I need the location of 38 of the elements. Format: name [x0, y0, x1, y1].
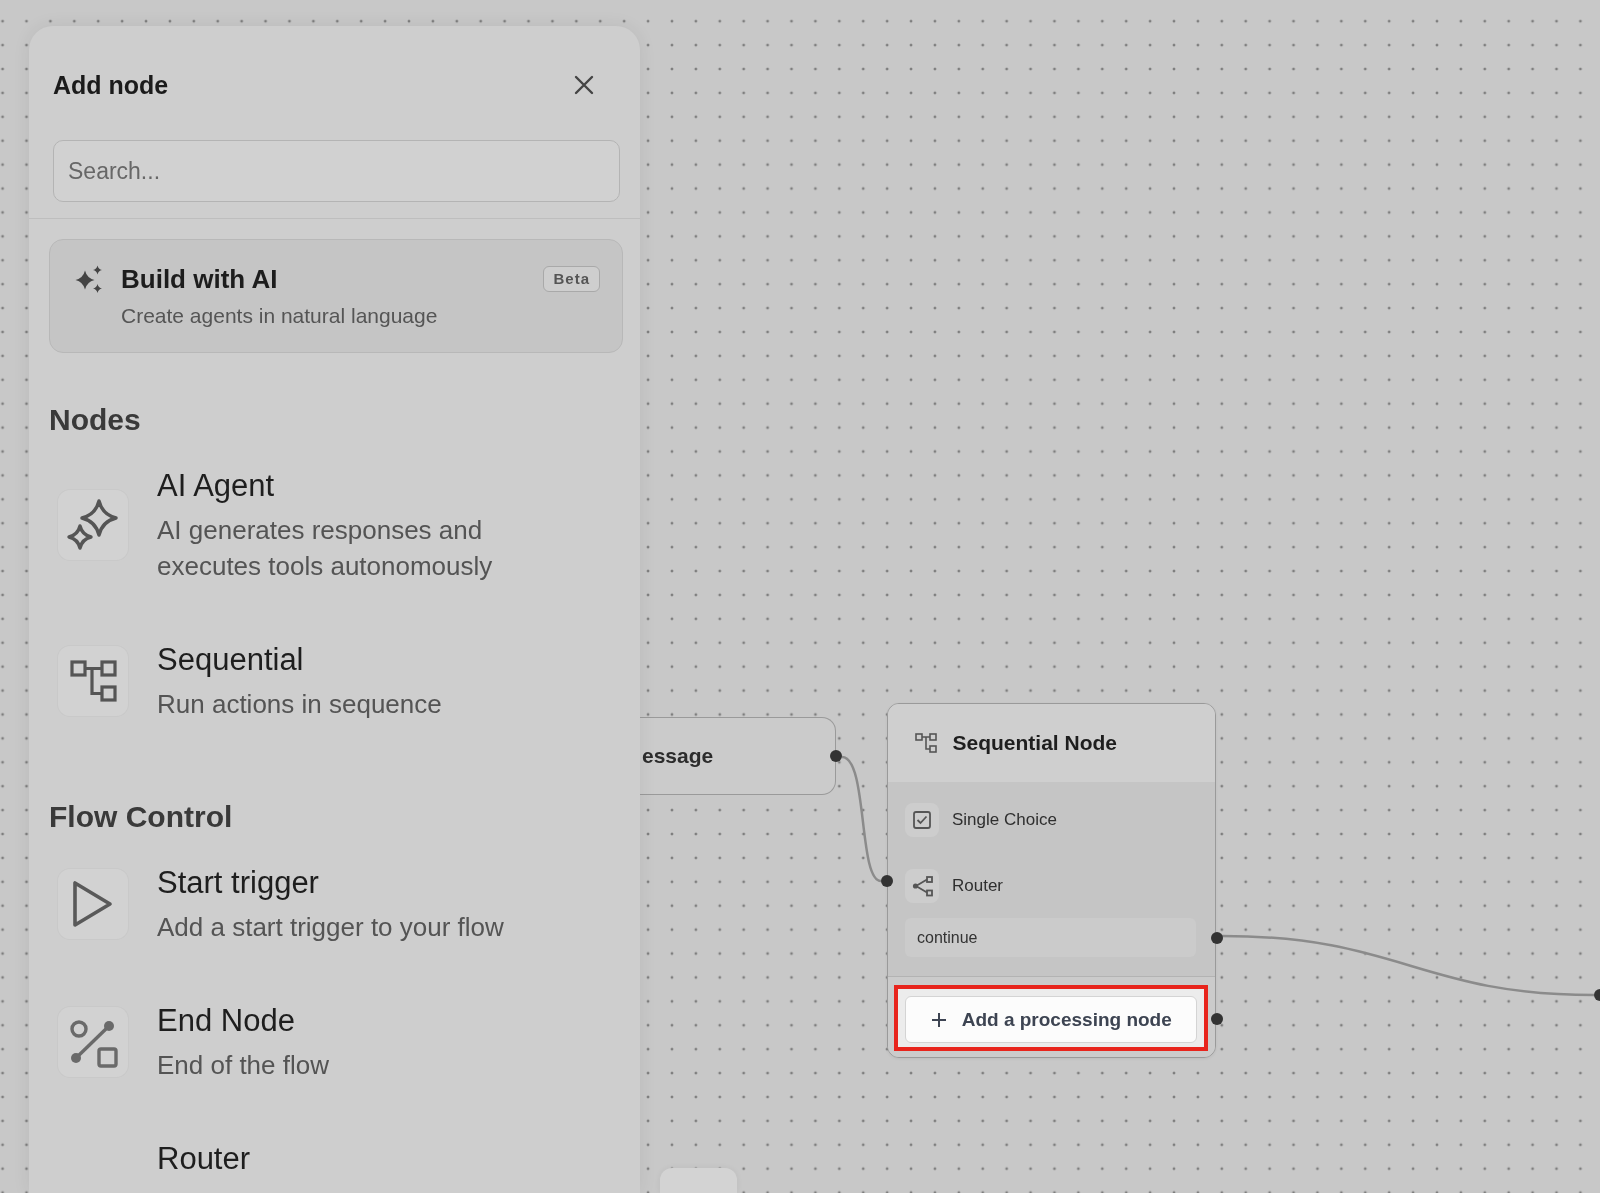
card-description: Create agents in natural language [121, 303, 439, 329]
card-title: Build with AI [121, 263, 279, 296]
branch-icon [905, 869, 939, 903]
plus-icon [929, 1010, 948, 1029]
connection-handle[interactable] [880, 875, 893, 887]
sparkles-icon[interactable] [58, 490, 128, 560]
close-icon [573, 74, 595, 96]
node-label: essage [642, 744, 714, 768]
play-icon[interactable] [58, 869, 128, 939]
node-type-description: AI generates responses and executes tools autonomously [157, 514, 494, 583]
node-type-title[interactable]: End Node [157, 1001, 329, 1041]
section-heading: Flow Control [49, 799, 234, 835]
hierarchy-icon [914, 733, 937, 753]
feature-card[interactable]: Build with AI Beta Create agents in natural language [49, 239, 623, 353]
node-type-title[interactable]: AI Agent [157, 466, 577, 506]
add-node-button[interactable]: Add a processing node [904, 996, 1197, 1043]
node-type-title[interactable]: Sequential [157, 640, 442, 680]
node-title: Sequential Node [952, 731, 1118, 755]
node-type-description: End of the flow [157, 1049, 329, 1082]
hierarchy-icon[interactable] [58, 646, 128, 716]
connected-shapes-icon[interactable] [58, 1007, 128, 1077]
node-type-title[interactable]: Start trigger [157, 863, 504, 903]
node-type-description: Run actions in sequence [157, 688, 442, 721]
step-label[interactable]: Single Choice [952, 810, 1057, 830]
connection-handle[interactable] [1210, 931, 1223, 944]
connection-handle[interactable] [1210, 1013, 1223, 1025]
section-heading: Nodes [49, 402, 142, 438]
panel-title: Add node [53, 70, 169, 100]
checkbox-icon [905, 803, 939, 837]
sparkles-icon [75, 265, 103, 293]
node-type-title[interactable]: Router [157, 1139, 251, 1179]
step-label[interactable]: Router [952, 876, 1004, 896]
output-label: continue [905, 918, 1196, 957]
search-field[interactable]: Search... [53, 140, 620, 202]
beta-badge: Beta [543, 266, 600, 292]
connection-handle[interactable] [830, 750, 842, 762]
node-type-description: Add a start trigger to your flow [157, 911, 504, 944]
connection-handle[interactable] [1594, 989, 1600, 1001]
